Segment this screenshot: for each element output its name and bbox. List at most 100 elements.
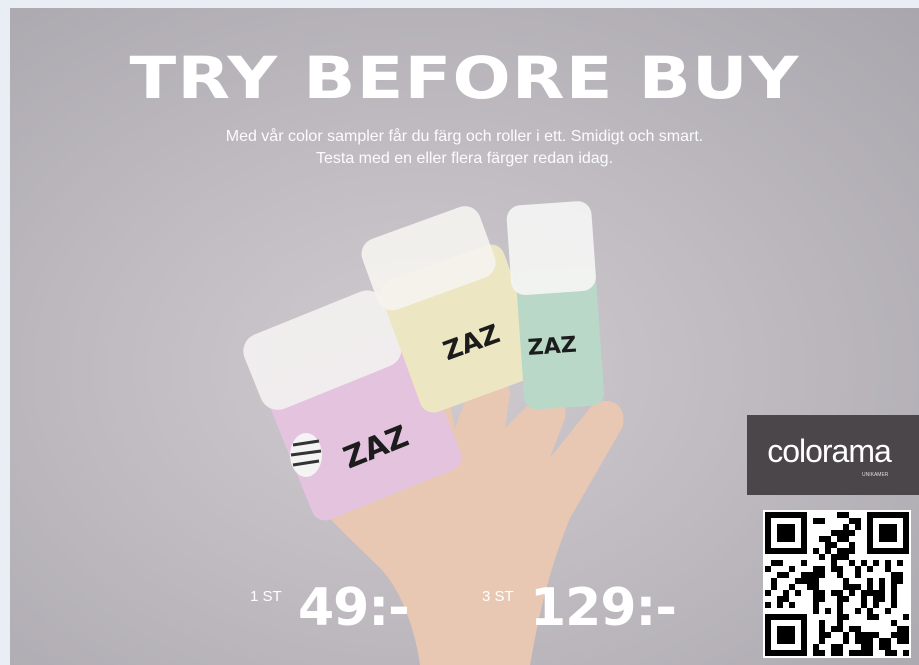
qr-module	[831, 626, 837, 632]
qr-module	[795, 590, 801, 596]
qr-module	[825, 548, 831, 554]
qr-module	[879, 590, 885, 596]
qr-module	[831, 644, 837, 650]
qr-module	[855, 518, 861, 524]
qr-module	[867, 578, 873, 584]
qr-module	[885, 560, 891, 566]
qr-module	[801, 572, 807, 578]
qr-module	[831, 566, 837, 572]
qr-module	[879, 638, 885, 644]
qr-module	[861, 650, 867, 656]
price-qty-3: 3 ST	[482, 588, 514, 605]
qr-module	[897, 572, 903, 578]
qr-module	[837, 566, 843, 572]
qr-module	[885, 638, 891, 644]
colorama-logo: colorama UNIKAMER	[747, 415, 919, 495]
qr-module	[843, 578, 849, 584]
qr-module	[873, 614, 879, 620]
qr-module	[891, 596, 897, 602]
qr-module	[807, 584, 813, 590]
price-qty-1: 1 ST	[250, 588, 282, 605]
mint-sampler-label: ZAZ	[527, 333, 578, 361]
qr-module	[843, 512, 849, 518]
qr-module	[867, 584, 873, 590]
qr-module	[837, 620, 843, 626]
qr-module	[891, 578, 897, 584]
qr-module	[819, 650, 825, 656]
qr-module	[813, 572, 819, 578]
qr-module	[897, 626, 903, 632]
qr-module	[849, 518, 855, 524]
qr-module	[897, 632, 903, 638]
qr-module	[789, 584, 795, 590]
qr-module	[855, 584, 861, 590]
qr-module	[843, 530, 849, 536]
qr-module	[807, 578, 813, 584]
qr-module	[813, 518, 819, 524]
qr-module	[837, 530, 843, 536]
qr-module	[873, 560, 879, 566]
qr-module	[885, 566, 891, 572]
qr-module	[813, 578, 819, 584]
qr-module	[861, 602, 867, 608]
qr-module	[837, 602, 843, 608]
qr-module	[867, 644, 873, 650]
qr-module	[855, 638, 861, 644]
qr-module	[819, 536, 825, 542]
qr-module	[837, 614, 843, 620]
qr-module	[771, 584, 777, 590]
qr-module	[837, 626, 843, 632]
qr-module	[867, 590, 873, 596]
qr-module	[771, 578, 777, 584]
qr-module	[879, 596, 885, 602]
price-value-3: 129:-	[530, 578, 677, 638]
qr-module	[771, 560, 777, 566]
qr-module	[765, 590, 771, 596]
qr-module	[819, 590, 825, 596]
qr-module	[843, 554, 849, 560]
price-value-1: 49:-	[298, 578, 410, 638]
qr-module	[837, 650, 843, 656]
qr-module	[831, 554, 837, 560]
qr-module	[783, 596, 789, 602]
qr-module	[837, 548, 843, 554]
qr-module	[831, 590, 837, 596]
logo-tagline: UNIKAMER	[862, 472, 889, 478]
qr-module	[873, 590, 879, 596]
qr-module	[855, 524, 861, 530]
qr-module	[891, 602, 897, 608]
qr-module	[849, 590, 855, 596]
qr-module	[849, 584, 855, 590]
qr-module	[783, 572, 789, 578]
qr-module	[855, 626, 861, 632]
qr-module	[819, 620, 825, 626]
qr-module	[885, 650, 891, 656]
qr-module	[849, 650, 855, 656]
qr-module	[813, 596, 819, 602]
qr-module	[819, 518, 825, 524]
qr-module	[879, 578, 885, 584]
qr-module	[813, 608, 819, 614]
qr-module	[861, 590, 867, 596]
qr-module	[789, 566, 795, 572]
qr-module	[777, 560, 783, 566]
qr-module	[843, 548, 849, 554]
qr-module	[861, 644, 867, 650]
qr-module	[819, 632, 825, 638]
qr-module	[849, 530, 855, 536]
qr-module	[849, 542, 855, 548]
qr-module	[843, 584, 849, 590]
qr-module	[813, 602, 819, 608]
qr-module	[837, 572, 843, 578]
qr-module	[855, 608, 861, 614]
qr-module	[885, 608, 891, 614]
qr-module	[903, 650, 909, 656]
qr-module	[777, 602, 783, 608]
qr-module	[819, 554, 825, 560]
qr-module	[861, 632, 867, 638]
qr-module	[873, 632, 879, 638]
qr-code[interactable]	[763, 510, 911, 658]
qr-module	[777, 572, 783, 578]
qr-module	[831, 542, 837, 548]
qr-module	[813, 566, 819, 572]
